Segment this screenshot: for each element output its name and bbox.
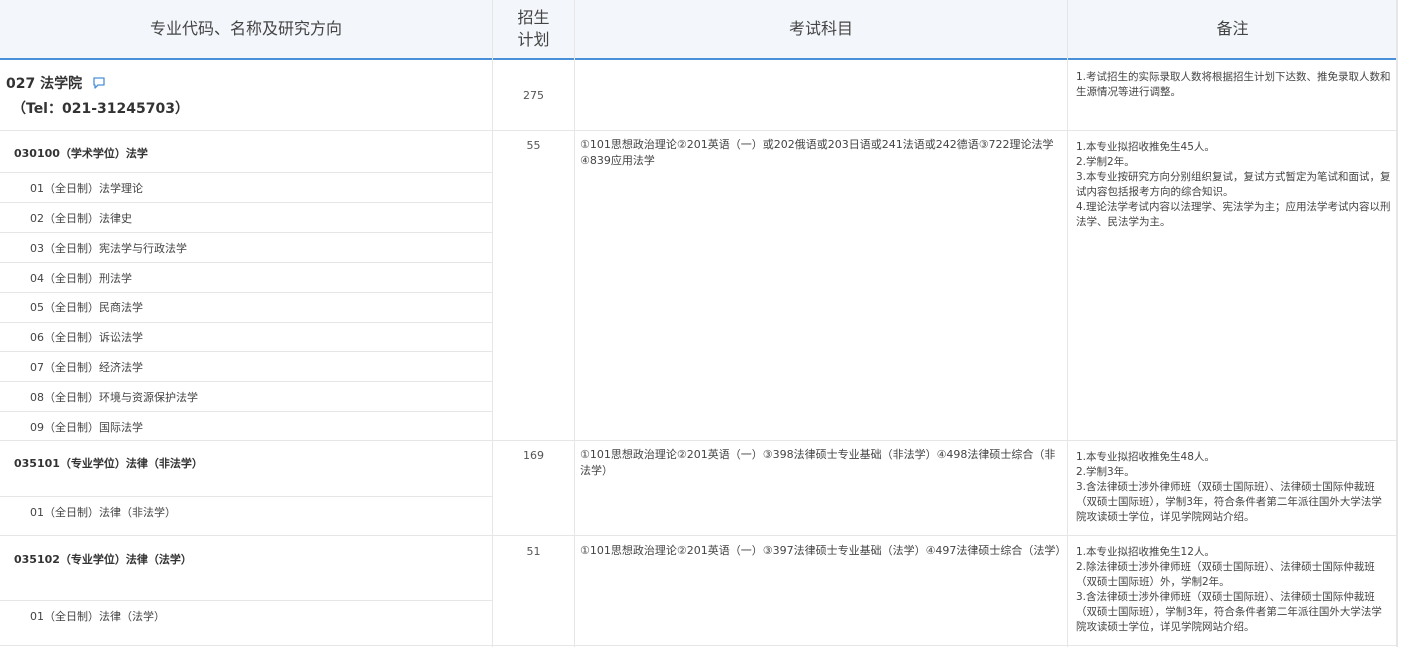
comment-icon[interactable] (92, 76, 106, 90)
major-title: 035101（专业学位）法律（非法学） (14, 457, 203, 470)
major-note: 1.本专业拟招收推免生45人。 2.学制2年。 3.本专业按研究方向分别组织复试… (1076, 141, 1391, 228)
direction-item: 03（全日制）宪法学与行政法学 (30, 242, 187, 255)
direction-item: 07（全日制）经济法学 (30, 361, 143, 374)
direction-item: 05（全日制）民商法学 (30, 301, 143, 314)
major-plan: 51 (526, 545, 541, 558)
row-divider (0, 202, 492, 203)
scrollbar[interactable] (1397, 0, 1411, 647)
department-tel: （Tel：021-31245703） (12, 101, 189, 117)
row-divider (0, 262, 492, 263)
row-divider (0, 232, 492, 233)
col-divider (1067, 0, 1068, 647)
major-exam: ①101思想政治理论②201英语（一）③397法律硕士专业基础（法学）④497法… (580, 544, 1067, 557)
table-header: 专业代码、名称及研究方向 招生 计划 考试科目 备注 (0, 0, 1397, 60)
department-plan: 275 (523, 89, 544, 102)
direction-item: 08（全日制）环境与资源保护法学 (30, 391, 198, 404)
major-note: 1.本专业拟招收推免生48人。 2.学制3年。 3.含法律硕士涉外律师班（双硕士… (1076, 451, 1382, 523)
row-divider (0, 496, 492, 497)
major-note: 1.本专业拟招收推免生12人。 2.除法律硕士涉外律师班（双硕士国际班）、法律硕… (1076, 546, 1382, 633)
col-divider (574, 0, 575, 647)
row-divider (0, 130, 1397, 131)
header-exam: 考试科目 (788, 19, 853, 38)
direction-item: 04（全日制）刑法学 (30, 272, 132, 285)
major-exam: ①101思想政治理论②201英语（一）或202俄语或203日语或241法语或24… (580, 138, 1054, 167)
row-divider (0, 172, 492, 173)
department-note: 1.考试招生的实际录取人数将根据招生计划下达数、推免录取人数和生源情况等进行调整… (1076, 71, 1391, 98)
row-divider (0, 351, 492, 352)
row-divider (0, 600, 492, 601)
department-name: 027 法学院 (6, 76, 83, 92)
header-note: 备注 (1216, 19, 1249, 38)
direction-item: 01（全日制）法律（非法学） (30, 506, 176, 519)
major-exam: ①101思想政治理论②201英语（一）③398法律硕士专业基础（非法学）④498… (580, 448, 1056, 477)
major-title: 030100（学术学位）法学 (14, 147, 148, 160)
major-plan: 55 (526, 139, 541, 152)
row-divider (0, 645, 1397, 646)
row-divider (0, 440, 1397, 441)
admissions-table: 专业代码、名称及研究方向 招生 计划 考试科目 备注 027 法学院 （Tel：… (0, 0, 1397, 647)
direction-item: 06（全日制）诉讼法学 (30, 331, 143, 344)
header-plan-line2: 计划 (517, 30, 550, 49)
major-title: 035102（专业学位）法律（法学） (14, 553, 192, 566)
direction-item: 01（全日制）法学理论 (30, 182, 143, 195)
row-divider (0, 535, 1397, 536)
header-plan: 招生 计划 (493, 0, 574, 58)
row-divider (0, 292, 492, 293)
row-divider (0, 381, 492, 382)
direction-item: 01（全日制）法律（法学） (30, 610, 165, 623)
major-plan: 169 (523, 449, 544, 462)
direction-item: 09（全日制）国际法学 (30, 421, 143, 434)
header-major: 专业代码、名称及研究方向 (149, 19, 342, 38)
direction-item: 02（全日制）法律史 (30, 212, 132, 225)
row-divider (0, 411, 492, 412)
header-plan-line1: 招生 (517, 8, 550, 27)
row-divider (0, 322, 492, 323)
